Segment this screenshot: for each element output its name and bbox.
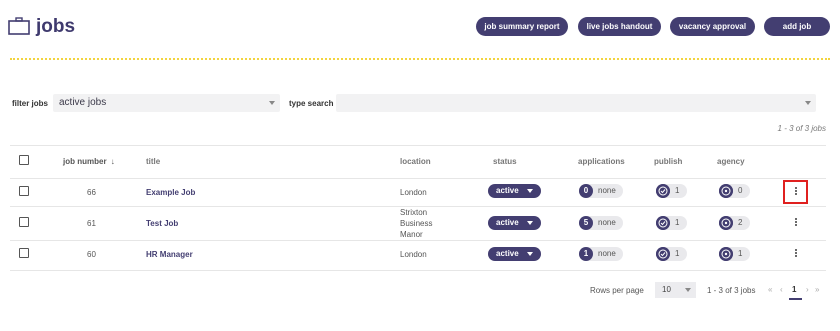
job-location: Strixton Business Manor	[400, 207, 432, 240]
rows-per-page-select[interactable]: 10	[655, 282, 696, 298]
filter-jobs-label: filter jobs	[12, 99, 49, 108]
applications-count: 5	[579, 216, 593, 230]
check-badge-icon	[656, 184, 670, 198]
column-publish[interactable]: publish	[654, 157, 682, 166]
agency-count: 0	[738, 186, 743, 195]
first-page-icon[interactable]: «	[768, 285, 772, 294]
agency-chip[interactable]: 2	[719, 216, 750, 230]
applications-chip[interactable]: 1 none	[579, 247, 623, 261]
next-page-icon[interactable]: ›	[806, 285, 809, 294]
applications-label: none	[598, 249, 616, 258]
row-checkbox[interactable]	[19, 217, 29, 227]
status-label: active	[496, 249, 519, 258]
header-divider	[10, 58, 830, 60]
agency-count: 1	[738, 249, 743, 258]
last-page-icon[interactable]: »	[815, 285, 819, 294]
agency-badge-icon	[719, 216, 733, 230]
type-search-label: type search	[289, 99, 334, 108]
location-line: Business	[400, 219, 433, 228]
publish-chip[interactable]: 1	[656, 247, 687, 261]
sort-arrow-down-icon: ↓	[110, 157, 115, 166]
column-status[interactable]: status	[493, 157, 517, 166]
current-page-indicator	[789, 298, 802, 300]
column-title[interactable]: title	[146, 157, 160, 166]
applications-count: 1	[579, 247, 593, 261]
briefcase-icon	[8, 17, 30, 35]
location-line: Strixton	[400, 208, 428, 217]
agency-chip[interactable]: 0	[719, 184, 750, 198]
applications-chip[interactable]: 5 none	[579, 216, 623, 230]
rows-per-page-label: Rows per page	[590, 286, 644, 295]
select-all-checkbox[interactable]	[19, 155, 29, 165]
pagination-range: 1 - 3 of 3 jobs	[707, 286, 756, 295]
chevron-down-icon	[527, 189, 533, 193]
check-badge-icon	[656, 216, 670, 230]
chevron-down-icon	[527, 221, 533, 225]
publish-chip[interactable]: 1	[656, 184, 687, 198]
status-dropdown[interactable]: active	[488, 184, 541, 198]
rows-per-page-value: 10	[662, 285, 671, 294]
highlight-box	[783, 180, 808, 204]
page-title: jobs	[36, 16, 76, 37]
job-number: 66	[87, 188, 96, 197]
type-search-select[interactable]	[336, 94, 816, 112]
row-divider	[10, 240, 826, 241]
column-location[interactable]: location	[400, 157, 431, 166]
live-jobs-handout-button[interactable]: live jobs handout	[578, 17, 661, 36]
column-job-number-label: job number	[63, 157, 107, 166]
chevron-down-icon	[685, 288, 691, 292]
more-options-icon[interactable]	[794, 217, 798, 229]
applications-count: 0	[579, 184, 593, 198]
publish-chip[interactable]: 1	[656, 216, 687, 230]
agency-chip[interactable]: 1	[719, 247, 750, 261]
job-summary-report-button[interactable]: job summary report	[476, 17, 568, 36]
table-top-border	[10, 145, 826, 146]
vacancy-approval-button[interactable]: vacancy approval	[670, 17, 755, 36]
status-label: active	[496, 186, 519, 195]
row-checkbox[interactable]	[19, 186, 29, 196]
agency-badge-icon	[719, 184, 733, 198]
chevron-down-icon	[269, 101, 275, 105]
job-title-link[interactable]: Example Job	[146, 188, 195, 197]
status-label: active	[496, 218, 519, 227]
agency-count: 2	[738, 218, 743, 227]
status-dropdown[interactable]: active	[488, 216, 541, 230]
job-location: London	[400, 250, 427, 259]
results-count: 1 - 3 of 3 jobs	[777, 124, 826, 133]
page-number-button[interactable]: 1	[792, 285, 796, 294]
table-header-border	[10, 178, 826, 179]
applications-chip[interactable]: 0 none	[579, 184, 623, 198]
page-header: jobs job summary report live jobs handou…	[0, 0, 840, 62]
chevron-down-icon	[527, 252, 533, 256]
column-applications[interactable]: applications	[578, 157, 625, 166]
agency-badge-icon	[719, 247, 733, 261]
add-job-button[interactable]: add job	[764, 17, 830, 36]
prev-page-icon[interactable]: ‹	[780, 285, 783, 294]
chevron-down-icon	[805, 101, 811, 105]
more-options-icon[interactable]	[794, 248, 798, 260]
table-bottom-border	[10, 270, 826, 271]
job-number: 60	[87, 250, 96, 259]
job-title-link[interactable]: HR Manager	[146, 250, 193, 259]
filter-jobs-select[interactable]: active jobs	[53, 94, 280, 112]
status-dropdown[interactable]: active	[488, 247, 541, 261]
location-line: Manor	[400, 230, 423, 239]
applications-label: none	[598, 186, 616, 195]
check-badge-icon	[656, 247, 670, 261]
row-checkbox[interactable]	[19, 248, 29, 258]
job-number: 61	[87, 219, 96, 228]
column-job-number[interactable]: job number ↓	[63, 157, 115, 166]
job-title-link[interactable]: Test Job	[146, 219, 178, 228]
column-agency[interactable]: agency	[717, 157, 745, 166]
publish-count: 1	[675, 218, 680, 227]
applications-label: none	[598, 218, 616, 227]
publish-count: 1	[675, 249, 680, 258]
job-location: London	[400, 188, 427, 197]
publish-count: 1	[675, 186, 680, 195]
filter-jobs-value: active jobs	[59, 97, 107, 108]
